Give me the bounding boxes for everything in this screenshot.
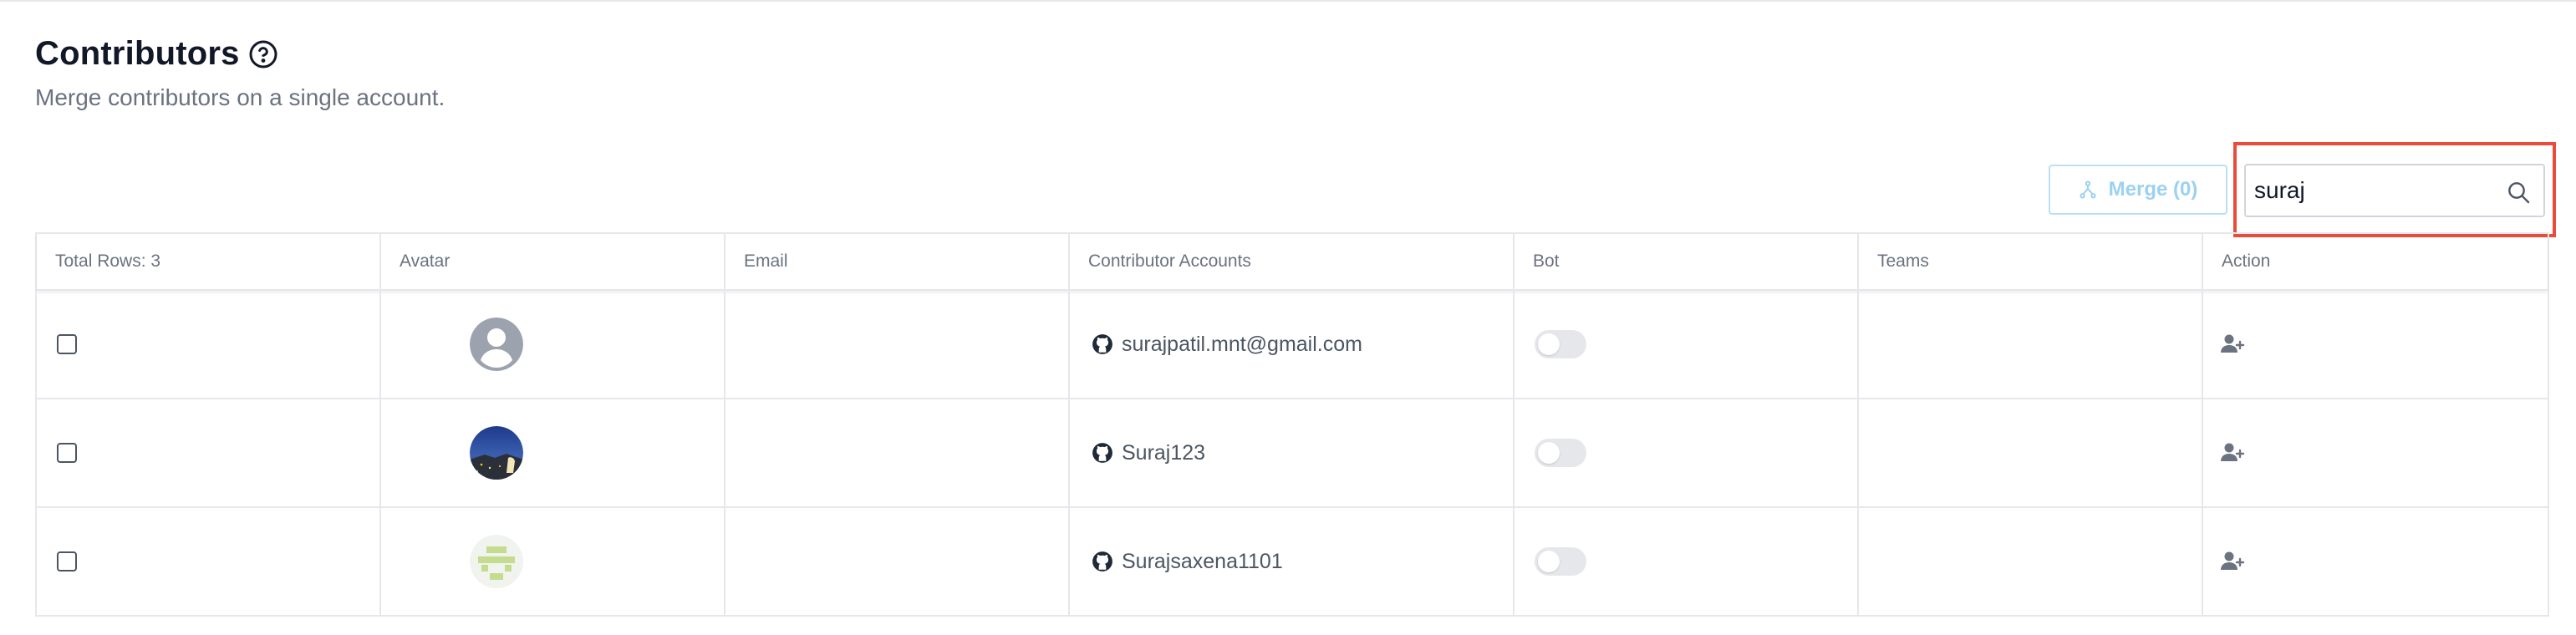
- page-title: Contributors: [35, 35, 240, 72]
- action-cell: [2203, 291, 2548, 398]
- avatar-cell: [381, 508, 725, 615]
- account-name: surajpatil.mnt@gmail.com: [1122, 332, 1362, 356]
- account-name: Suraj123: [1122, 440, 1206, 465]
- merge-icon: [2079, 180, 2097, 200]
- photo-avatar: [470, 426, 523, 480]
- select-cell: [37, 291, 381, 398]
- table-row: Surajsaxena1101: [37, 508, 2548, 617]
- table-row: Suraj123: [37, 399, 2548, 508]
- bot-cell: [1515, 399, 1859, 506]
- bot-toggle[interactable]: [1535, 439, 1586, 467]
- column-header-avatar: Avatar: [381, 234, 725, 289]
- github-icon: [1092, 333, 1113, 355]
- table-row: surajpatil.mnt@gmail.com: [37, 291, 2548, 399]
- teams-cell: [1859, 508, 2203, 615]
- row-checkbox[interactable]: [57, 443, 77, 463]
- table-header-row: Total Rows: 3 Avatar Email Contributor A…: [37, 232, 2548, 291]
- avatar-cell: [381, 291, 725, 398]
- column-header-email: Email: [725, 234, 1070, 289]
- accounts-cell: surajpatil.mnt@gmail.com: [1070, 291, 1515, 398]
- top-divider: [0, 0, 2576, 2]
- page-subtitle: Merge contributors on a single account.: [35, 84, 445, 110]
- bot-cell: [1515, 508, 1859, 615]
- accounts-cell: Suraj123: [1070, 399, 1515, 506]
- column-header-contributor-accounts: Contributor Accounts: [1070, 234, 1515, 289]
- bot-toggle[interactable]: [1535, 330, 1586, 358]
- github-icon: [1092, 442, 1113, 464]
- select-cell: [37, 508, 381, 615]
- add-user-icon[interactable]: [2220, 333, 2245, 356]
- merge-button[interactable]: Merge (0): [2049, 165, 2227, 215]
- bot-cell: [1515, 291, 1859, 398]
- search-box: [2244, 164, 2545, 217]
- row-checkbox[interactable]: [57, 334, 77, 354]
- add-user-icon[interactable]: [2220, 441, 2245, 465]
- teams-cell: [1859, 399, 2203, 506]
- column-header-bot: Bot: [1515, 234, 1859, 289]
- page-header: Contributors Merge contributors on a sin…: [35, 35, 445, 111]
- select-cell: [37, 399, 381, 506]
- search-input[interactable]: [2246, 165, 2498, 216]
- search-icon[interactable]: [2505, 179, 2532, 206]
- email-cell: [725, 508, 1070, 615]
- action-cell: [2203, 399, 2548, 506]
- teams-cell: [1859, 291, 2203, 398]
- column-header-teams: Teams: [1859, 234, 2203, 289]
- email-cell: [725, 291, 1070, 398]
- identicon-avatar: [470, 535, 523, 588]
- add-user-icon[interactable]: [2220, 550, 2245, 573]
- action-cell: [2203, 508, 2548, 615]
- row-checkbox[interactable]: [57, 551, 77, 572]
- column-header-total-rows: Total Rows: 3: [37, 234, 381, 289]
- bot-toggle[interactable]: [1535, 547, 1586, 576]
- merge-button-label: Merge (0): [2108, 178, 2198, 201]
- column-header-action: Action: [2222, 251, 2271, 271]
- contributors-table: Total Rows: 3 Avatar Email Contributor A…: [35, 232, 2549, 617]
- email-cell: [725, 399, 1070, 506]
- github-icon: [1092, 551, 1113, 572]
- accounts-cell: Surajsaxena1101: [1070, 508, 1515, 615]
- default-user-avatar: [470, 318, 523, 371]
- avatar-cell: [381, 399, 725, 506]
- question-circle-icon[interactable]: [248, 39, 278, 69]
- account-name: Surajsaxena1101: [1122, 549, 1283, 573]
